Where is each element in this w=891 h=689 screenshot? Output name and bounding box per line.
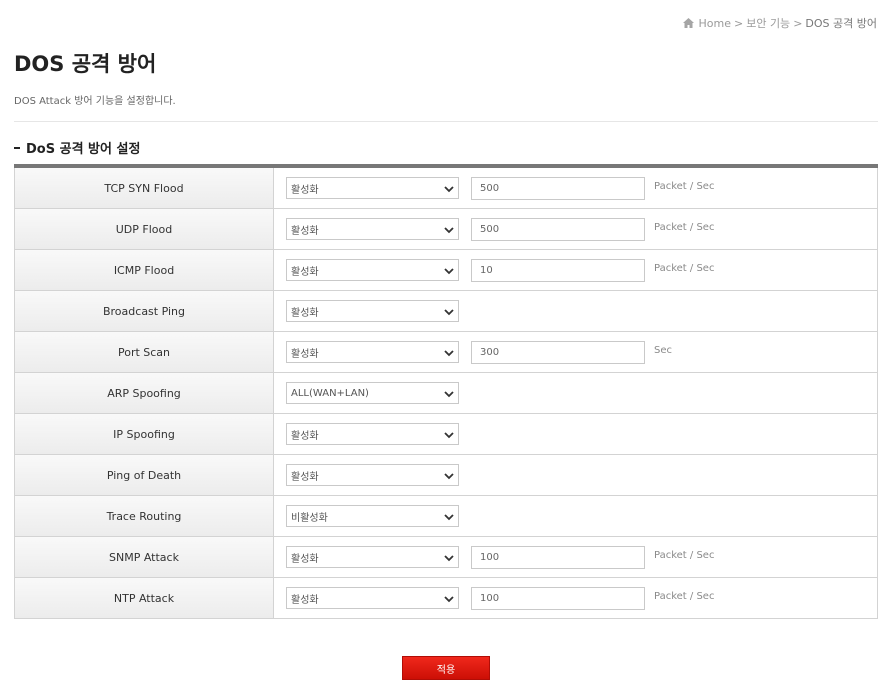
unit-label: Packet / Sec	[654, 222, 715, 233]
mode-select[interactable]: 활성화	[286, 423, 459, 445]
threshold-input[interactable]: 500	[471, 217, 645, 241]
row-value-cell: 활성화	[274, 414, 877, 454]
chevron-down-icon	[444, 513, 454, 520]
chevron-down-icon	[444, 226, 454, 233]
select-value: 활성화	[291, 225, 319, 237]
chevron-down-icon	[444, 349, 454, 356]
mode-select[interactable]: 활성화	[286, 341, 459, 363]
chevron-down-icon	[444, 595, 454, 602]
select-value: 활성화	[291, 266, 319, 278]
breadcrumb-separator: >	[733, 16, 744, 30]
table-row: SNMP Attack 활성화 100 Packet / Sec	[14, 537, 878, 578]
apply-button[interactable]: 적용	[402, 656, 490, 680]
select-value: 활성화	[291, 348, 319, 360]
threshold-input[interactable]: 100	[471, 545, 645, 569]
select-value: 활성화	[291, 594, 319, 606]
page-title: DOS 공격 방어	[14, 52, 157, 76]
row-label: NTP Attack	[15, 578, 274, 618]
chevron-down-icon	[444, 472, 454, 479]
select-value: 활성화	[291, 471, 319, 483]
mode-select[interactable]: 활성화	[286, 177, 459, 199]
row-value-cell: 비활성화	[274, 496, 877, 536]
breadcrumb-home[interactable]: Home	[699, 17, 731, 30]
unit-label: Packet / Sec	[654, 591, 715, 602]
row-value-cell: 활성화	[274, 291, 877, 331]
table-row: Broadcast Ping 활성화	[14, 291, 878, 332]
row-label: Broadcast Ping	[15, 291, 274, 331]
page-description: DOS Attack 방어 기능을 설정합니다.	[14, 96, 176, 107]
table-row: NTP Attack 활성화 100 Packet / Sec	[14, 578, 878, 619]
section-bullet-icon	[14, 146, 20, 149]
unit-label: Packet / Sec	[654, 263, 715, 274]
table-row: Ping of Death 활성화	[14, 455, 878, 496]
mode-select[interactable]: 활성화	[286, 259, 459, 281]
unit-label: Sec	[654, 345, 672, 356]
table-row: TCP SYN Flood 활성화 500 Packet / Sec	[14, 168, 878, 209]
select-value: ALL(WAN+LAN)	[291, 387, 369, 399]
select-value: 활성화	[291, 307, 319, 319]
chevron-down-icon	[444, 267, 454, 274]
table-row: IP Spoofing 활성화	[14, 414, 878, 455]
row-label: ICMP Flood	[15, 250, 274, 290]
row-value-cell: 활성화 100 Packet / Sec	[274, 578, 877, 618]
mode-select[interactable]: 활성화	[286, 464, 459, 486]
breadcrumb-separator: >	[793, 16, 803, 30]
divider	[14, 121, 878, 122]
mode-select[interactable]: 활성화	[286, 300, 459, 322]
home-icon[interactable]	[682, 18, 694, 28]
breadcrumb: Home > 보안 기능 > DOS 공격 방어	[682, 15, 877, 31]
mode-select[interactable]: 비활성화	[286, 505, 459, 527]
chevron-down-icon	[444, 308, 454, 315]
row-value-cell: 활성화 10 Packet / Sec	[274, 250, 877, 290]
row-label: TCP SYN Flood	[15, 168, 274, 208]
chevron-down-icon	[444, 185, 454, 192]
row-value-cell: 활성화 300 Sec	[274, 332, 877, 372]
table-row: UDP Flood 활성화 500 Packet / Sec	[14, 209, 878, 250]
row-value-cell: 활성화 500 Packet / Sec	[274, 168, 877, 208]
mode-select[interactable]: ALL(WAN+LAN)	[286, 382, 459, 404]
table-row: ICMP Flood 활성화 10 Packet / Sec	[14, 250, 878, 291]
section-title-text: DoS 공격 방어 설정	[26, 142, 141, 157]
breadcrumb-current: DOS 공격 방어	[805, 17, 877, 30]
mode-select[interactable]: 활성화	[286, 546, 459, 568]
row-label: Trace Routing	[15, 496, 274, 536]
threshold-input[interactable]: 100	[471, 586, 645, 610]
chevron-down-icon	[444, 431, 454, 438]
row-label: ARP Spoofing	[15, 373, 274, 413]
table-row: Trace Routing 비활성화	[14, 496, 878, 537]
row-label: SNMP Attack	[15, 537, 274, 577]
select-value: 비활성화	[291, 512, 328, 524]
row-label: Ping of Death	[15, 455, 274, 495]
section-title: DoS 공격 방어 설정	[14, 138, 140, 157]
threshold-input[interactable]: 300	[471, 340, 645, 364]
mode-select[interactable]: 활성화	[286, 587, 459, 609]
breadcrumb-section[interactable]: 보안 기능	[746, 15, 790, 31]
row-value-cell: ALL(WAN+LAN)	[274, 373, 877, 413]
chevron-down-icon	[444, 554, 454, 561]
threshold-input[interactable]: 500	[471, 176, 645, 200]
row-value-cell: 활성화	[274, 455, 877, 495]
table-row: Port Scan 활성화 300 Sec	[14, 332, 878, 373]
row-label: Port Scan	[15, 332, 274, 372]
row-value-cell: 활성화 500 Packet / Sec	[274, 209, 877, 249]
table-row: ARP Spoofing ALL(WAN+LAN)	[14, 373, 878, 414]
row-label: IP Spoofing	[15, 414, 274, 454]
settings-table: TCP SYN Flood 활성화 500 Packet / Sec UDP Flood…	[14, 164, 878, 619]
select-value: 활성화	[291, 553, 319, 565]
unit-label: Packet / Sec	[654, 181, 715, 192]
select-value: 활성화	[291, 184, 319, 196]
row-value-cell: 활성화 100 Packet / Sec	[274, 537, 877, 577]
threshold-input[interactable]: 10	[471, 258, 645, 282]
mode-select[interactable]: 활성화	[286, 218, 459, 240]
unit-label: Packet / Sec	[654, 550, 715, 561]
chevron-down-icon	[444, 390, 454, 397]
select-value: 활성화	[291, 430, 319, 442]
row-label: UDP Flood	[15, 209, 274, 249]
